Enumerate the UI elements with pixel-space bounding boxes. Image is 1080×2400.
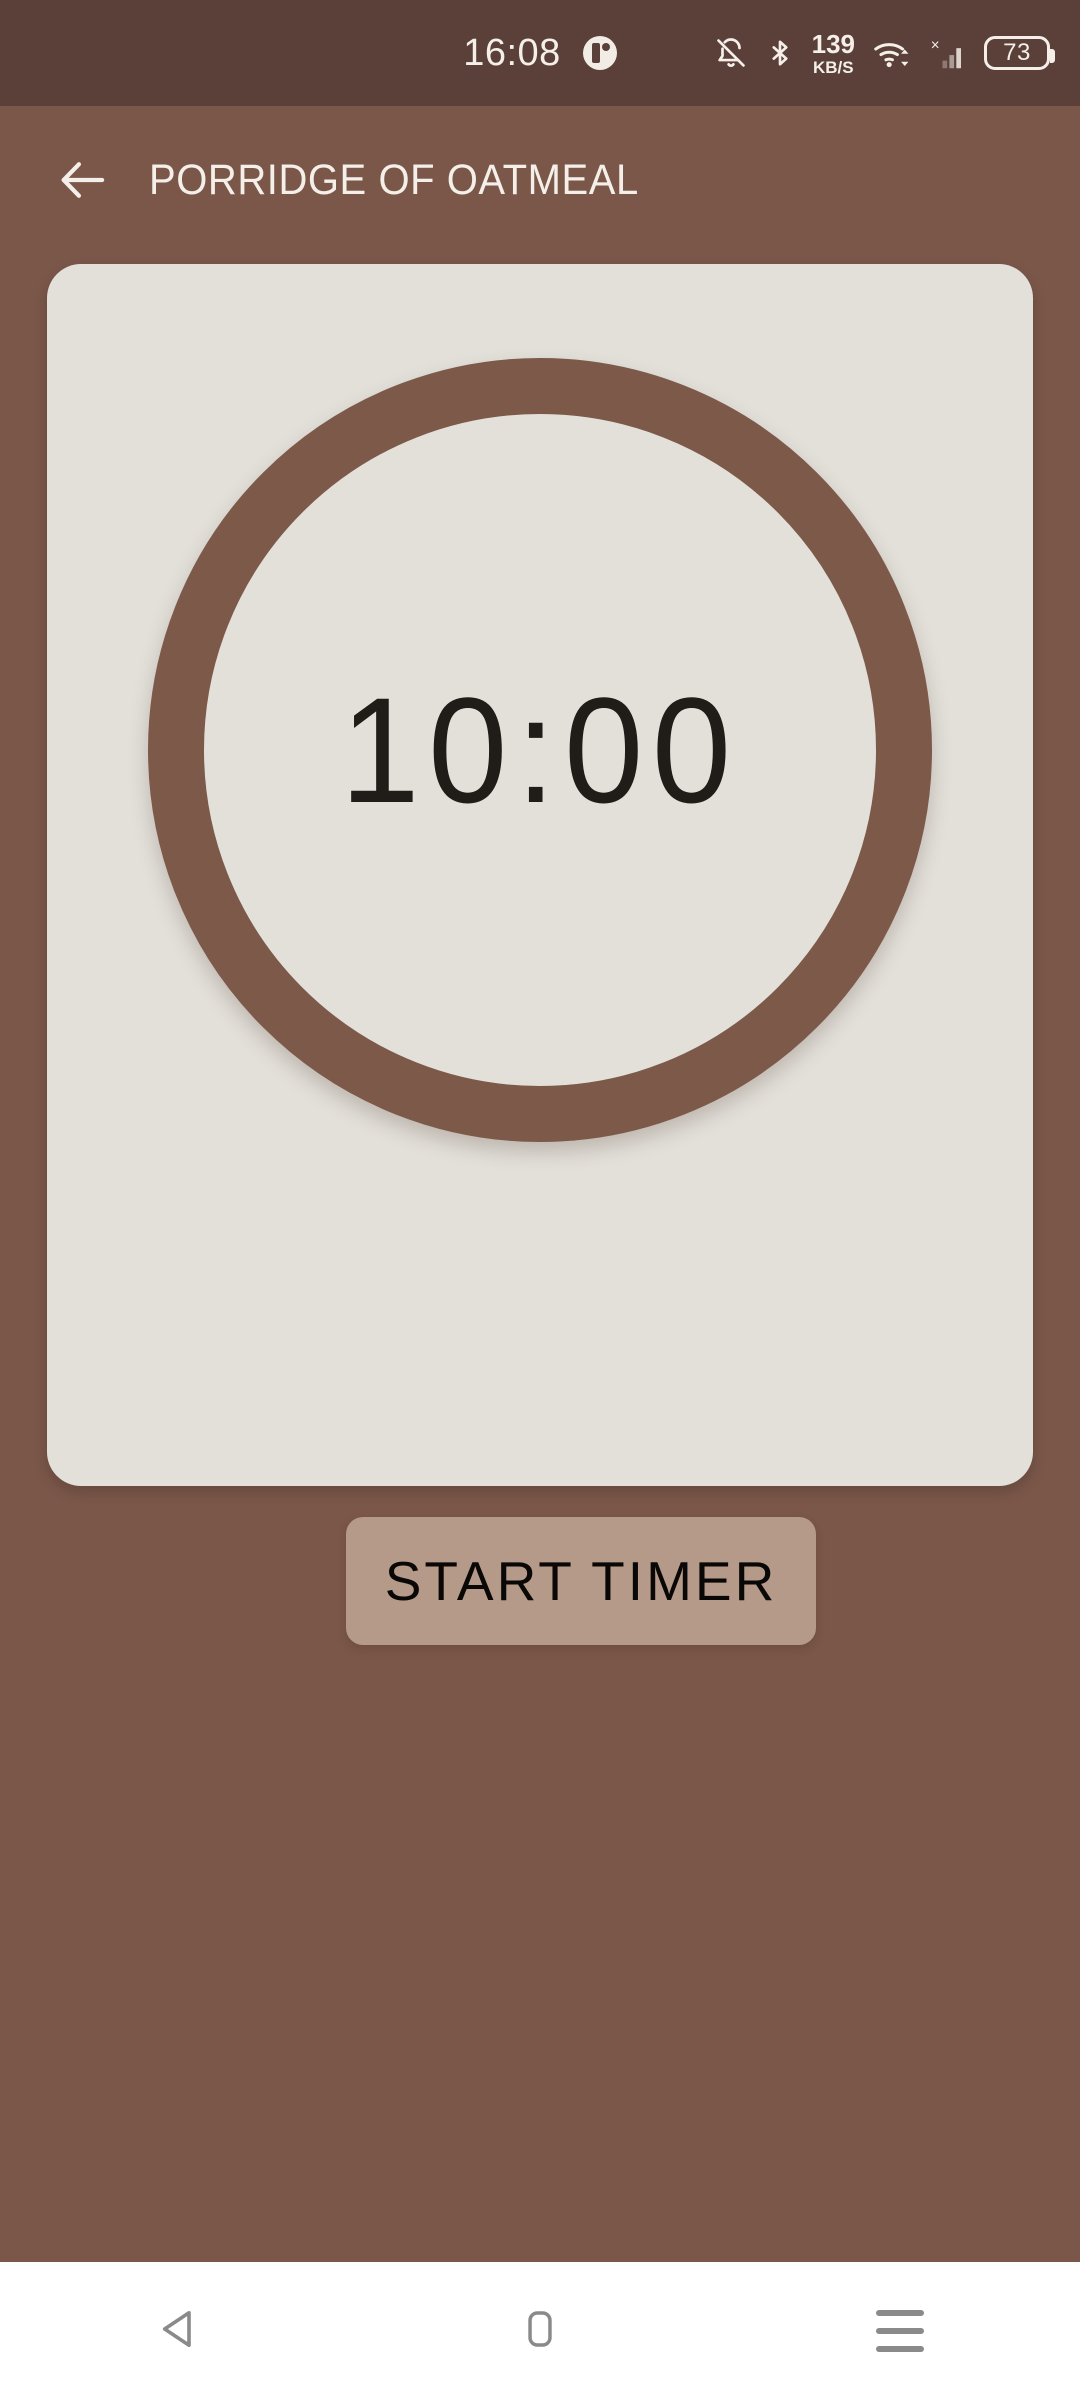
hamburger-menu-icon xyxy=(876,2310,924,2352)
nav-home-button[interactable] xyxy=(465,2262,615,2400)
timer-ring-container: 10:00 xyxy=(148,358,932,1142)
battery-percent-label: 73 xyxy=(1003,39,1031,66)
notifications-muted-icon xyxy=(714,36,748,70)
status-bar-right-cluster: 139 KB/S × 73 xyxy=(714,0,1055,106)
nav-recents-button[interactable] xyxy=(825,2262,975,2400)
page-title: PORRIDGE OF OATMEAL xyxy=(149,155,639,204)
network-speed-indicator: 139 KB/S xyxy=(812,31,855,76)
nav-back-button[interactable] xyxy=(105,2262,255,2400)
cellular-signal-icon: × xyxy=(929,35,967,71)
rounded-square-home-icon xyxy=(514,2303,566,2360)
bluetooth-icon xyxy=(765,36,795,70)
app-notification-icon xyxy=(582,36,617,70)
system-navigation-bar xyxy=(0,2262,1080,2400)
svg-text:×: × xyxy=(931,37,940,54)
battery-icon: 73 xyxy=(984,36,1055,70)
network-speed-value: 139 xyxy=(811,28,855,59)
start-timer-button[interactable]: START TIMER xyxy=(346,1517,816,1645)
app-bar: PORRIDGE OF OATMEAL xyxy=(0,106,1080,254)
network-speed-unit: KB/S xyxy=(812,57,854,77)
back-arrow-icon[interactable] xyxy=(52,149,114,211)
timer-card: 10:00 START TIMER xyxy=(47,264,1033,1645)
status-bar-clock: 16:08 xyxy=(463,31,561,74)
status-bar: 16:08 139 KB/S × 73 xyxy=(0,0,1080,106)
triangle-back-icon xyxy=(153,2302,207,2361)
wifi-icon xyxy=(872,36,912,70)
phone-screen: 16:08 139 KB/S × 73 PORRIDGE OF OATMEAL … xyxy=(0,0,1080,2400)
timer-time-display: 10:00 xyxy=(340,665,740,834)
